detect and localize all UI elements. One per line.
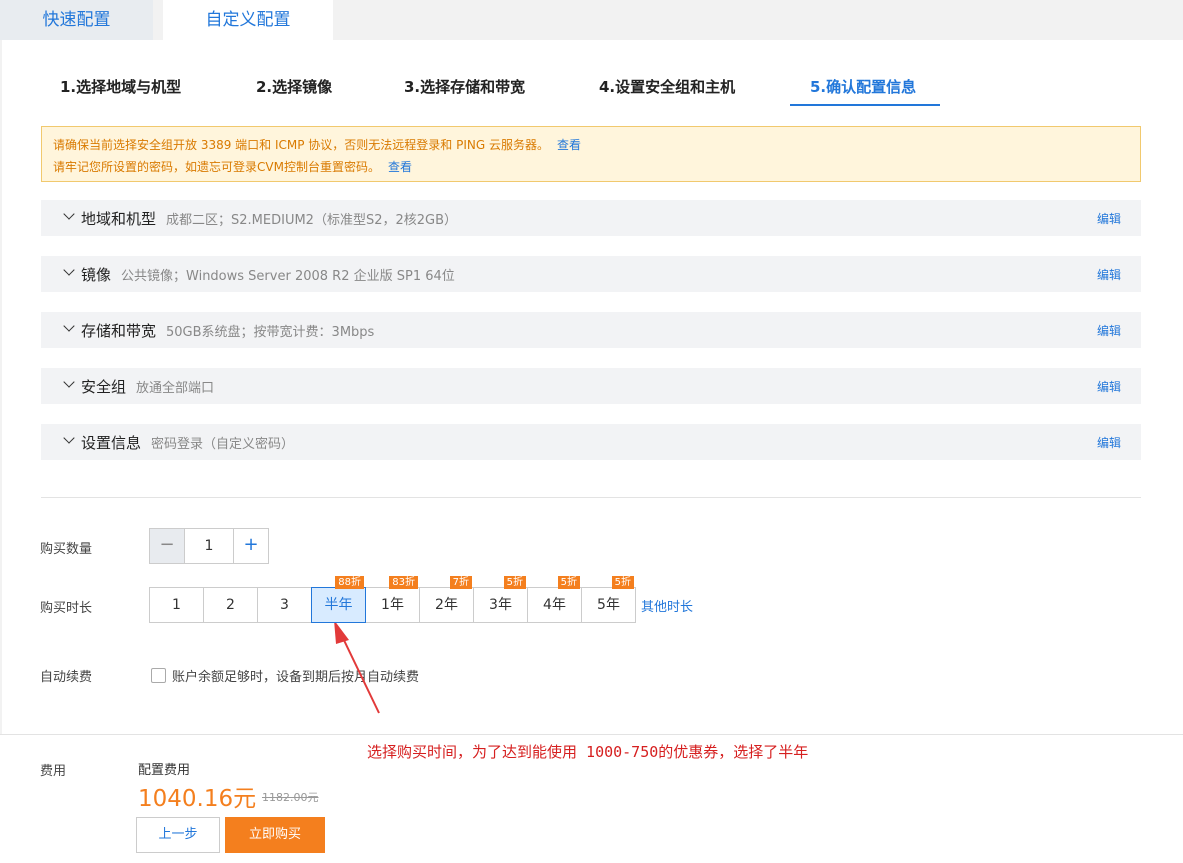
- discount-badge: 5折: [611, 576, 634, 589]
- section-divider: [41, 497, 1141, 498]
- duration-option-5-year[interactable]: 5年 5折: [581, 576, 636, 623]
- config-mode-tabs: 快速配置 自定义配置: [0, 0, 1183, 40]
- main-panel: 1.选择地域与机型 2.选择镜像 3.选择存储和带宽 4.设置安全组和主机 5.…: [2, 40, 1183, 734]
- section-title: 镜像 公共镜像；Windows Server 2008 R2 企业版 SP1 64…: [81, 266, 455, 284]
- wizard-steps: 1.选择地域与机型 2.选择镜像 3.选择存储和带宽 4.设置安全组和主机 5.…: [2, 40, 1183, 110]
- notice-text-1: 请确保当前选择安全组开放 3389 端口和 ICMP 协议，否则无法远程登录和 …: [53, 138, 549, 152]
- prev-step-button[interactable]: 上一步: [136, 817, 220, 853]
- notice-view-link-1[interactable]: 查看: [557, 138, 581, 152]
- discount-badge: 88折: [335, 576, 364, 589]
- edit-link[interactable]: 编辑: [1097, 266, 1121, 283]
- section-storage-bandwidth[interactable]: 存储和带宽 50GB系统盘；按带宽计费：3Mbps 编辑: [41, 312, 1141, 348]
- fee-label: 费用: [40, 764, 67, 779]
- section-title: 设置信息 密码登录（自定义密码）: [81, 434, 295, 452]
- discount-badge: 7折: [449, 576, 472, 589]
- step-storage-bandwidth[interactable]: 3.选择存储和带宽: [404, 76, 525, 97]
- autorenew-checkbox-label[interactable]: 账户余额足够时，设备到期后按月自动续费: [172, 666, 419, 685]
- chevron-down-icon: [63, 208, 75, 220]
- tab-quick-config[interactable]: 快速配置: [0, 0, 153, 40]
- section-title: 存储和带宽 50GB系统盘；按带宽计费：3Mbps: [81, 322, 375, 340]
- section-security-group[interactable]: 安全组 放通全部端口 编辑: [41, 368, 1141, 404]
- step-image[interactable]: 2.选择镜像: [256, 76, 332, 97]
- quantity-value[interactable]: 1: [185, 529, 233, 563]
- duration-option-4-year[interactable]: 4年 5折: [527, 576, 582, 623]
- step-security-host[interactable]: 4.设置安全组和主机: [599, 76, 735, 97]
- section-summary: 成都二区；S2.MEDIUM2（标准型S2，2核2GB）: [166, 213, 458, 228]
- step-region-model[interactable]: 1.选择地域与机型: [60, 76, 181, 97]
- notice-line-2: 请牢记您所设置的密码，如遗忘可登录CVM控制台重置密码。 查看: [53, 158, 412, 175]
- section-title: 地域和机型 成都二区；S2.MEDIUM2（标准型S2，2核2GB）: [81, 210, 458, 228]
- active-step-underline: [790, 104, 940, 106]
- edit-link[interactable]: 编辑: [1097, 210, 1121, 227]
- chevron-down-icon: [63, 432, 75, 444]
- section-image[interactable]: 镜像 公共镜像；Windows Server 2008 R2 企业版 SP1 64…: [41, 256, 1141, 292]
- duration-option-2-year[interactable]: 2年 7折: [419, 576, 474, 623]
- step-confirm[interactable]: 5.确认配置信息: [810, 76, 916, 97]
- quantity-minus-button[interactable]: −: [150, 529, 185, 563]
- section-summary: 密码登录（自定义密码）: [151, 437, 295, 452]
- chevron-down-icon: [63, 376, 75, 388]
- discount-badge: 5折: [557, 576, 580, 589]
- other-duration-link[interactable]: 其他时长: [641, 596, 693, 615]
- buy-now-button[interactable]: 立即购买: [225, 817, 325, 853]
- config-fee-label: 配置费用: [138, 763, 191, 778]
- section-title: 安全组 放通全部端口: [81, 378, 215, 396]
- duration-option-2[interactable]: 2: [203, 587, 258, 623]
- discount-badge: 83折: [389, 576, 418, 589]
- edit-link[interactable]: 编辑: [1097, 322, 1121, 339]
- edit-link[interactable]: 编辑: [1097, 378, 1121, 395]
- section-summary: 放通全部端口: [136, 381, 215, 396]
- original-price: 1182.00元: [262, 791, 319, 804]
- edit-link[interactable]: 编辑: [1097, 434, 1121, 451]
- section-settings[interactable]: 设置信息 密码登录（自定义密码） 编辑: [41, 424, 1141, 460]
- warning-notice: 请确保当前选择安全组开放 3389 端口和 ICMP 协议，否则无法远程登录和 …: [41, 126, 1141, 182]
- duration-option-1[interactable]: 1: [149, 587, 204, 623]
- quantity-plus-button[interactable]: +: [233, 529, 268, 563]
- notice-text-2: 请牢记您所设置的密码，如遗忘可登录CVM控制台重置密码。: [53, 160, 380, 174]
- chevron-down-icon: [63, 320, 75, 332]
- notice-view-link-2[interactable]: 查看: [388, 160, 412, 174]
- tab-custom-config[interactable]: 自定义配置: [163, 0, 333, 40]
- section-summary: 50GB系统盘；按带宽计费：3Mbps: [166, 325, 375, 340]
- autorenew-label: 自动续费: [40, 670, 93, 685]
- autorenew-checkbox[interactable]: [151, 668, 166, 683]
- duration-option-3[interactable]: 3: [257, 587, 312, 623]
- chevron-down-icon: [63, 264, 75, 276]
- discount-badge: 5折: [503, 576, 526, 589]
- section-summary: 公共镜像；Windows Server 2008 R2 企业版 SP1 64位: [121, 269, 455, 284]
- price-value: 1040.16元: [138, 786, 257, 812]
- quantity-label: 购买数量: [40, 542, 93, 557]
- duration-option-1-year[interactable]: 1年 83折: [365, 576, 420, 623]
- annotation-text: 选择购买时间，为了达到能使用 1000-750的优惠券，选择了半年: [367, 743, 809, 761]
- duration-option-half-year[interactable]: 半年 88折: [311, 576, 366, 623]
- duration-label: 购买时长: [40, 601, 93, 616]
- quantity-stepper: − 1 +: [149, 528, 269, 564]
- duration-option-3-year[interactable]: 3年 5折: [473, 576, 528, 623]
- notice-line-1: 请确保当前选择安全组开放 3389 端口和 ICMP 协议，否则无法远程登录和 …: [53, 136, 581, 153]
- section-region-model[interactable]: 地域和机型 成都二区；S2.MEDIUM2（标准型S2，2核2GB） 编辑: [41, 200, 1141, 236]
